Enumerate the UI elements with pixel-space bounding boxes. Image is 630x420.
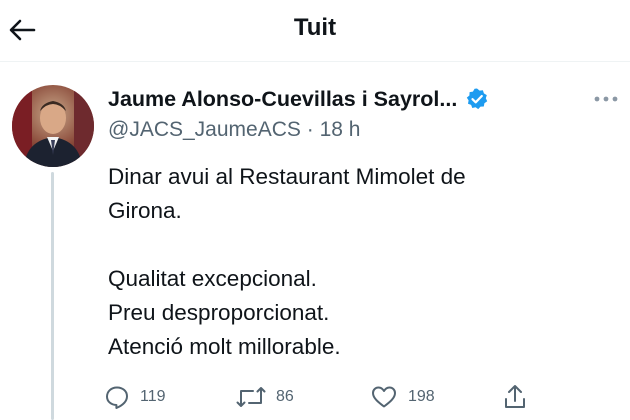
author-display-name[interactable]: Jaume Alonso-Cuevillas i Sayrol... [108,87,457,112]
tweet-time[interactable]: 18 h [320,118,361,141]
share-icon [505,385,525,408]
more-options-button[interactable] [586,86,626,112]
retweet-icon [236,387,266,407]
retweet-button[interactable]: 86 [236,380,294,414]
avatar[interactable] [12,85,94,167]
like-button[interactable]: 198 [370,380,435,414]
like-count: 198 [408,388,435,405]
author-handle[interactable]: @JACS_JaumeACS [108,118,301,141]
page-title: Tuit [293,14,337,41]
reply-icon [106,386,128,409]
tweet-text: Dinar avui al Restaurant Mimolet de Giro… [108,164,466,359]
reply-button[interactable]: 119 [104,380,166,414]
author-meta: @JACS_JaumeACS · 18 h [108,118,360,142]
verified-badge-icon [467,88,488,110]
author-row: Jaume Alonso-Cuevillas i Sayrol... [108,84,489,114]
retweet-count: 86 [276,388,294,405]
more-horizontal-icon [594,96,618,102]
avatar-photo [12,85,94,167]
top-bar: Tuit [0,0,630,62]
thread-line [51,172,54,420]
heart-icon [372,386,396,408]
reply-count: 119 [140,388,166,405]
meta-separator: · [306,118,314,141]
tweet-actions: 119 86 198 [104,380,630,414]
share-button[interactable] [502,380,528,414]
